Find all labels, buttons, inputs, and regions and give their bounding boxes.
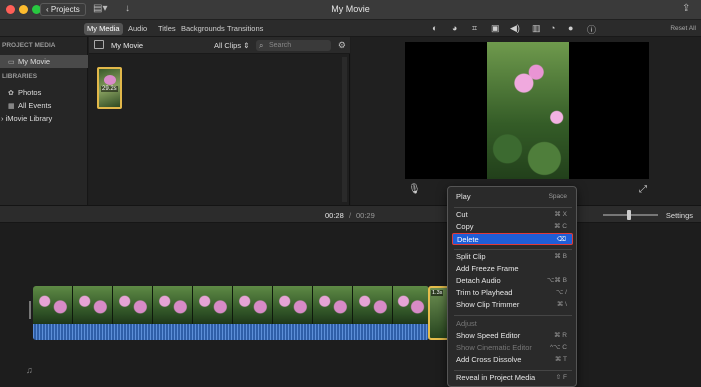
window-title: My Movie	[331, 4, 370, 14]
project-media-heading: PROJECT MEDIA	[2, 42, 56, 49]
selected-clip-duration: 1.3s	[431, 290, 444, 296]
playhead-handle[interactable]	[29, 301, 31, 319]
menu-item-detach-audio[interactable]: Detach Audio ⌥⌘ B	[452, 275, 573, 287]
crop-icon[interactable]: ⌗	[472, 23, 477, 34]
color-correction-icon[interactable]: ◕	[452, 23, 457, 33]
reset-all-button[interactable]: Reset All	[670, 25, 696, 32]
menu-item-adjust: Adjust	[456, 319, 477, 328]
search-placeholder: Search	[269, 42, 292, 49]
menu-item-show-cinematic-editor: Show Cinematic Editor ^⌥ C	[456, 343, 567, 352]
video-frame	[487, 42, 569, 179]
media-tab-bar: My Media Audio Titles Backgrounds Transi…	[0, 20, 361, 37]
info-icon[interactable]: ⓘ	[587, 23, 596, 36]
chevron-updown-icon: ⇕	[243, 41, 250, 50]
video-preview[interactable]	[405, 42, 649, 179]
menu-item-split-clip[interactable]: Split Clip ⌘ B	[452, 251, 573, 263]
menu-item-show-clip-trimmer[interactable]: Show Clip Trimmer ⌘ \	[452, 299, 573, 311]
tab-backgrounds[interactable]: Backgrounds	[178, 23, 228, 35]
clip-frame	[153, 286, 193, 324]
clip-duration-badge: 29.2s	[101, 86, 118, 92]
zoom-slider-knob[interactable]	[627, 210, 631, 220]
settings-gear-icon[interactable]: ⚙	[338, 40, 346, 51]
timecode-separator: /	[349, 211, 352, 220]
color-balance-icon[interactable]: ◐	[432, 23, 437, 33]
browser-scrollbar[interactable]	[342, 57, 347, 202]
clip-frame	[73, 286, 113, 324]
tab-my-media[interactable]: My Media	[84, 23, 123, 35]
clip-frame	[33, 286, 73, 324]
menu-divider	[454, 370, 572, 371]
adjustments-toolbar: ◐ ◕ ⌗ ▣ ◀) ▥ ◔ ● ⓘ Reset All	[350, 20, 701, 37]
menu-item-cut[interactable]: Cut ⌘ X	[452, 209, 573, 221]
menu-item-show-speed-editor[interactable]: Show Speed Editor ⌘ R	[452, 330, 573, 342]
browser-title: My Movie	[111, 41, 144, 50]
speed-icon[interactable]: ◔	[550, 23, 555, 33]
fullscreen-icon[interactable]: ⤢	[639, 184, 647, 195]
search-icon: ⌕	[259, 41, 264, 50]
sidebar-toggle-icon[interactable]	[94, 40, 104, 49]
menu-divider	[454, 315, 572, 316]
tab-audio[interactable]: Audio	[125, 23, 150, 35]
clips-filter-select[interactable]: All Clips ⇕	[214, 41, 249, 50]
audio-waveform[interactable]	[33, 324, 429, 340]
share-icon[interactable]: ⇪	[682, 3, 690, 14]
libraries-heading: LIBRARIES	[2, 73, 38, 80]
video-clip[interactable]	[33, 286, 429, 340]
clip-frame	[113, 286, 153, 324]
music-note-icon: ♫	[26, 365, 33, 375]
timeline: 1.3s ♫	[0, 223, 701, 387]
viewer-panel: 🎙 ⤢	[351, 37, 701, 205]
microphone-icon[interactable]: 🎙	[408, 184, 421, 195]
stabilization-icon[interactable]: ▣	[491, 23, 500, 34]
tab-transitions[interactable]: Transitions	[224, 23, 266, 35]
clip-frame	[353, 286, 393, 324]
noise-reduction-icon[interactable]: ▥	[532, 23, 541, 34]
menu-item-reveal-in-project-media[interactable]: Reveal in Project Media ⇧ F	[452, 372, 573, 384]
film-icon: ▭	[8, 59, 15, 66]
menu-item-add-cross-dissolve[interactable]: Add Cross Dissolve ⌘ T	[452, 354, 573, 366]
clip-frame	[313, 286, 353, 324]
libraries-sidebar: PROJECT MEDIA ▭ My Movie LIBRARIES ✿ Photo…	[0, 37, 88, 205]
sidebar-item-all-events[interactable]: ▦ All Events	[0, 99, 88, 112]
total-timecode: 00:29	[356, 211, 375, 220]
clip-frame	[393, 286, 429, 324]
menu-item-delete[interactable]: Delete ⌫	[452, 233, 573, 245]
media-browser: My Movie All Clips ⇕ ⌕ Search ⚙ 29.2s	[89, 37, 350, 205]
clip-frame	[273, 286, 313, 324]
current-timecode: 00:28	[325, 211, 344, 220]
search-field[interactable]: ⌕ Search	[256, 40, 331, 51]
sidebar-item-my-movie[interactable]: ▭ My Movie	[0, 55, 88, 68]
browser-toolbar: My Movie All Clips ⇕ ⌕ Search ⚙	[89, 37, 350, 54]
menu-item-copy[interactable]: Copy ⌘ C	[452, 221, 573, 233]
timeline-settings-button[interactable]: Settings	[666, 211, 693, 220]
media-clip-thumbnail[interactable]: 29.2s	[97, 67, 122, 109]
menu-item-play[interactable]: Play Space	[452, 191, 573, 203]
thumbnail-image	[104, 75, 116, 85]
menu-divider	[454, 207, 572, 208]
tab-titles[interactable]: Titles	[155, 23, 179, 35]
sidebar-item-photos[interactable]: ✿ Photos	[0, 86, 88, 99]
clip-context-menu: Play Space Cut ⌘ X Copy ⌘ C Delete ⌫ Split C…	[447, 186, 577, 387]
clip-frame	[193, 286, 233, 324]
disclosure-chevron-icon: ›	[1, 114, 4, 123]
clip-frame	[233, 286, 273, 324]
timeline-header: 00:28 / 00:29 Settings	[0, 205, 701, 223]
clip-filter-icon[interactable]: ●	[568, 23, 573, 33]
title-bar: ‹ Projects ▤▾ ↓ My Movie ⇪	[0, 0, 701, 20]
menu-divider	[454, 249, 572, 250]
volume-icon[interactable]: ◀)	[510, 23, 520, 34]
sidebar-item-imovie-library[interactable]: › iMovie Library	[0, 112, 88, 125]
menu-item-trim-to-playhead[interactable]: Trim to Playhead ⌥ /	[452, 287, 573, 299]
menu-item-add-freeze-frame[interactable]: Add Freeze Frame	[452, 263, 573, 275]
